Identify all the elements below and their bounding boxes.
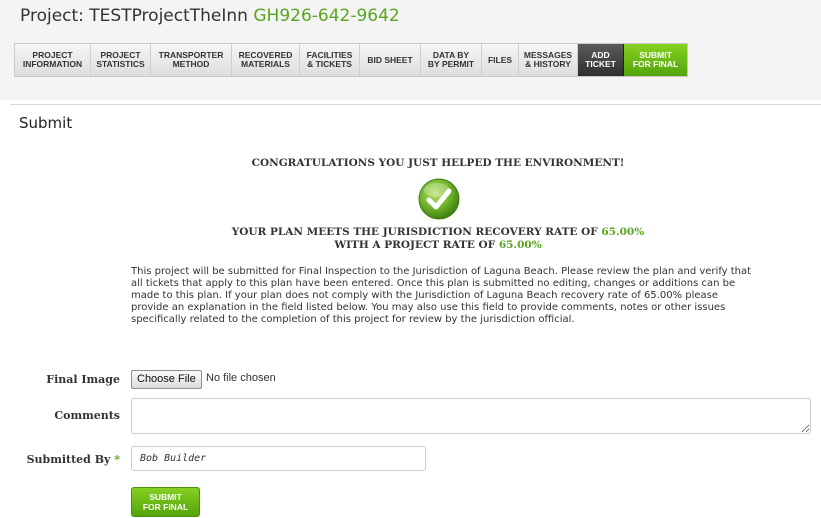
submitted-by-label: Submitted By * (26, 453, 120, 466)
tab-add-ticket[interactable]: ADD TICKET (578, 44, 624, 76)
rate-line-2: WITH A PROJECT RATE OF 65.00% (334, 239, 542, 251)
tab-files[interactable]: FILES (482, 44, 519, 76)
tab-messages-history[interactable]: MESSAGES & HISTORY (519, 44, 578, 76)
submitted-by-input[interactable] (131, 446, 426, 471)
tab-submit-for-final[interactable]: SUBMIT FOR FINAL (624, 44, 687, 76)
section-title: Submit (19, 114, 73, 132)
jurisdiction-rate: 65.00% (601, 226, 645, 238)
project-rate: 65.00% (498, 239, 542, 251)
comments-field[interactable] (131, 398, 811, 434)
rate-line-1: YOUR PLAN MEETS THE JURISDICTION RECOVER… (231, 226, 645, 238)
tab-project-information[interactable]: PROJECT INFORMATION (15, 44, 91, 76)
choose-file-button[interactable]: Choose File (131, 370, 202, 389)
project-code: GH926-642-9642 (253, 6, 400, 26)
congrats-message: CONGRATULATIONS YOU JUST HELPED THE ENVI… (251, 157, 625, 169)
final-image-label: Final Image (46, 373, 120, 386)
tab-data-by-permit[interactable]: DATA BY BY PERMIT (421, 44, 482, 76)
comments-label: Comments (54, 409, 120, 422)
no-file-text: No file chosen (206, 372, 276, 384)
tab-bar: PROJECT INFORMATION PROJECT STATISTICS T… (14, 43, 688, 77)
tab-recovered-materials[interactable]: RECOVERED MATERIALS (232, 44, 300, 76)
project-title: Project: TESTProjectTheInn GH926-642-964… (20, 6, 400, 26)
divider (10, 104, 821, 105)
success-check-icon (418, 178, 460, 220)
submission-info-text: This project will be submitted for Final… (131, 266, 752, 325)
page-header: Project: TESTProjectTheInn GH926-642-964… (0, 0, 821, 100)
required-mark: * (114, 453, 120, 466)
submit-for-final-button[interactable]: SUBMIT FOR FINAL (131, 487, 200, 517)
tab-bid-sheet[interactable]: BID SHEET (360, 44, 421, 76)
tab-transporter-method[interactable]: TRANSPORTER METHOD (151, 44, 232, 76)
tab-facilities-tickets[interactable]: FACILITIES & TICKETS (300, 44, 360, 76)
tab-project-statistics[interactable]: PROJECT STATISTICS (91, 44, 151, 76)
project-label: Project: TESTProjectTheInn (20, 6, 248, 26)
